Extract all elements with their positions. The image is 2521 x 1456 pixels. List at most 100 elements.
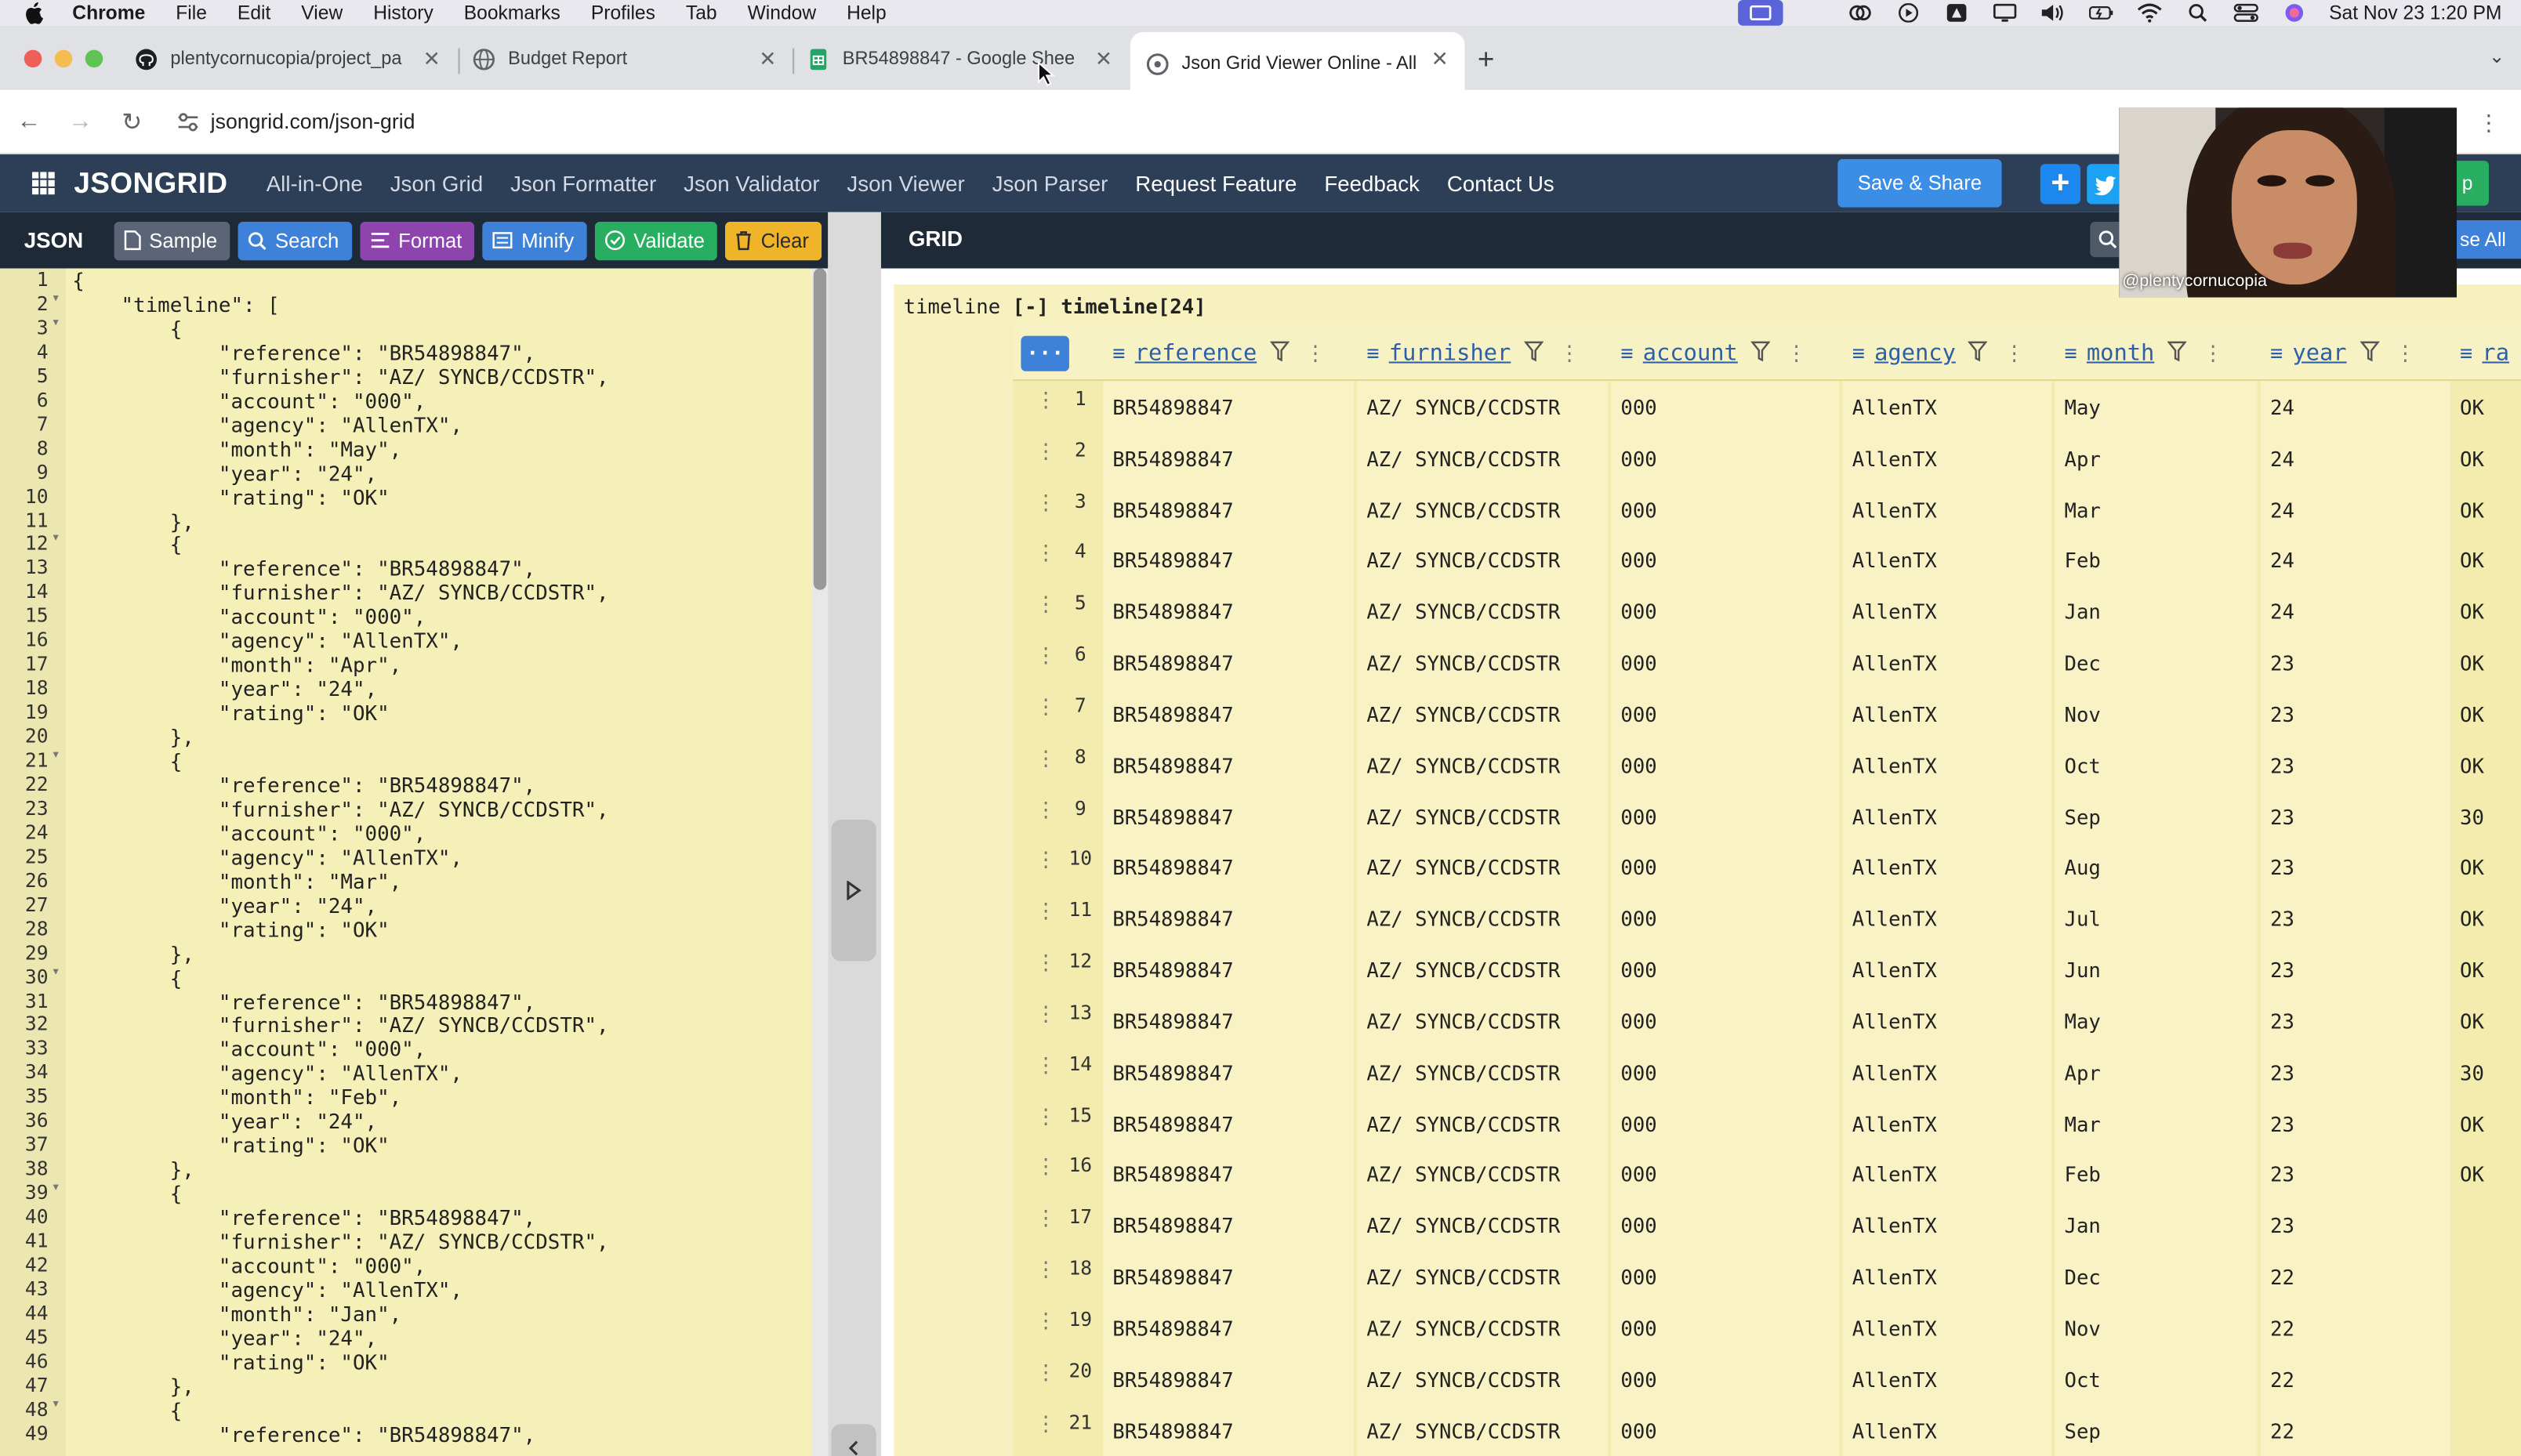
clock[interactable]: Sat Nov 23 1:20 PM bbox=[2329, 2, 2501, 24]
battery-icon[interactable] bbox=[2088, 3, 2113, 23]
filter-icon[interactable] bbox=[1750, 340, 1771, 368]
scrollbar-thumb[interactable] bbox=[813, 268, 827, 590]
reference-cell[interactable]: BR54898847 bbox=[1112, 447, 1233, 471]
month-cell[interactable]: May bbox=[2065, 396, 2101, 420]
furnisher-cell[interactable]: AZ/ SYNCB/CCDSTR bbox=[1366, 1367, 1560, 1392]
rating-cell[interactable]: OK bbox=[2460, 754, 2484, 778]
reference-cell[interactable]: BR54898847 bbox=[1112, 1060, 1233, 1085]
account-cell[interactable]: 000 bbox=[1620, 549, 1656, 573]
account-cell[interactable]: 000 bbox=[1620, 754, 1656, 778]
reference-cell[interactable]: BR54898847 bbox=[1112, 600, 1233, 625]
furnisher-cell[interactable]: AZ/ SYNCB/CCDSTR bbox=[1366, 1317, 1560, 1341]
code-line[interactable]: 13 "reference": "BR54898847", bbox=[0, 556, 812, 581]
month-cell[interactable]: Oct bbox=[2065, 754, 2101, 778]
minimize-window-button[interactable] bbox=[54, 49, 73, 68]
month-cell[interactable]: Jun bbox=[2065, 958, 2101, 983]
year-cell[interactable]: 23 bbox=[2270, 958, 2294, 983]
code-line[interactable]: 39 ▾ { bbox=[0, 1180, 812, 1206]
column-label[interactable]: month bbox=[2087, 341, 2154, 367]
sort-menu-icon[interactable]: ≡ bbox=[1112, 342, 1125, 366]
account-cell[interactable]: 000 bbox=[1620, 651, 1656, 675]
year-cell[interactable]: 23 bbox=[2270, 1009, 2294, 1034]
rating-cell[interactable]: OK bbox=[2460, 1112, 2484, 1136]
furnisher-cell[interactable]: AZ/ SYNCB/CCDSTR bbox=[1366, 1009, 1560, 1034]
row-menu-icon[interactable]: ⋮ bbox=[1036, 1208, 1057, 1232]
close-tab-icon[interactable]: ✕ bbox=[1095, 46, 1112, 72]
row-menu-icon[interactable]: ⋮ bbox=[1036, 1259, 1057, 1283]
wifi-icon[interactable] bbox=[2136, 3, 2162, 23]
table-row[interactable]: ⋮ 17 BR54898847 AZ/ SYNCB/CCDSTR 000 AllenTX J… bbox=[1013, 1200, 2521, 1251]
row-menu-icon[interactable]: ⋮ bbox=[1036, 1105, 1057, 1129]
code-line[interactable]: 8 "month": "May", bbox=[0, 436, 812, 461]
rating-cell[interactable]: OK bbox=[2460, 498, 2484, 522]
rating-cell[interactable]: OK bbox=[2460, 958, 2484, 983]
sort-menu-icon[interactable]: ≡ bbox=[1366, 342, 1379, 366]
month-cell[interactable]: Jul bbox=[2065, 907, 2101, 931]
table-row[interactable]: ⋮ 20 BR54898847 AZ/ SYNCB/CCDSTR 000 AllenTX O… bbox=[1013, 1353, 2521, 1404]
agency-cell[interactable]: AllenTX bbox=[1852, 856, 1937, 880]
reference-cell[interactable]: BR54898847 bbox=[1112, 1367, 1233, 1392]
nav-json-grid[interactable]: Json Grid bbox=[390, 171, 484, 195]
apple-icon[interactable] bbox=[24, 2, 50, 24]
table-row[interactable]: ⋮ 12 BR54898847 AZ/ SYNCB/CCDSTR 000 AllenTX J… bbox=[1013, 944, 2521, 995]
code-line[interactable]: 23 "furnisher": "AZ/ SYNCB/CCDSTR", bbox=[0, 797, 812, 821]
account-cell[interactable]: 000 bbox=[1620, 805, 1656, 829]
year-cell[interactable]: 23 bbox=[2270, 856, 2294, 880]
rating-cell[interactable]: 30 bbox=[2460, 805, 2484, 829]
table-row[interactable]: ⋮ 10 BR54898847 AZ/ SYNCB/CCDSTR 000 AllenTX A… bbox=[1013, 842, 2521, 893]
column-menu-icon[interactable]: ⋮ bbox=[1305, 342, 1326, 366]
close-tab-icon[interactable]: ✕ bbox=[1431, 46, 1449, 72]
row-menu-icon[interactable]: ⋮ bbox=[1036, 951, 1057, 976]
reference-cell[interactable]: BR54898847 bbox=[1112, 1009, 1233, 1034]
row-menu-icon[interactable]: ⋮ bbox=[1036, 645, 1057, 669]
code-line[interactable]: 43 "agency": "AllenTX", bbox=[0, 1277, 812, 1302]
month-cell[interactable]: Jan bbox=[2065, 1214, 2101, 1238]
table-row[interactable]: ⋮ 21 BR54898847 AZ/ SYNCB/CCDSTR 000 AllenTX S… bbox=[1013, 1404, 2521, 1456]
furnisher-cell[interactable]: AZ/ SYNCB/CCDSTR bbox=[1366, 1214, 1560, 1238]
month-cell[interactable]: Mar bbox=[2065, 498, 2101, 522]
reload-icon[interactable]: ↻ bbox=[119, 108, 145, 136]
column-menu-icon[interactable]: ⋮ bbox=[1786, 342, 1807, 366]
agency-cell[interactable]: AllenTX bbox=[1852, 958, 1937, 983]
rating-cell[interactable]: OK bbox=[2460, 396, 2484, 420]
volume-icon[interactable] bbox=[2040, 3, 2066, 23]
sample-button[interactable]: Sample bbox=[114, 221, 230, 260]
reference-cell[interactable]: BR54898847 bbox=[1112, 856, 1233, 880]
rating-cell[interactable]: OK bbox=[2460, 907, 2484, 931]
sort-menu-icon[interactable]: ≡ bbox=[2270, 342, 2283, 366]
nav-json-validator[interactable]: Json Validator bbox=[684, 171, 819, 195]
menu-help[interactable]: Help bbox=[847, 2, 887, 24]
sort-menu-icon[interactable]: ≡ bbox=[2065, 342, 2077, 366]
agency-cell[interactable]: AllenTX bbox=[1852, 498, 1937, 522]
code-line[interactable]: 24 "account": "000", bbox=[0, 821, 812, 846]
column-header-agency[interactable]: ≡ agency ⋮ bbox=[1852, 339, 2025, 368]
validate-button[interactable]: Validate bbox=[594, 221, 718, 260]
account-cell[interactable]: 000 bbox=[1620, 856, 1656, 880]
account-cell[interactable]: 000 bbox=[1620, 1163, 1656, 1187]
site-settings-icon[interactable] bbox=[177, 110, 200, 132]
column-label[interactable]: year bbox=[2292, 341, 2346, 367]
filter-icon[interactable] bbox=[1269, 340, 1290, 368]
month-cell[interactable]: Apr bbox=[2065, 447, 2101, 471]
column-label[interactable]: reference bbox=[1135, 341, 1257, 367]
reference-cell[interactable]: BR54898847 bbox=[1112, 907, 1233, 931]
menu-view[interactable]: View bbox=[301, 2, 343, 24]
agency-cell[interactable]: AllenTX bbox=[1852, 702, 1937, 726]
account-cell[interactable]: 000 bbox=[1620, 1214, 1656, 1238]
column-header-month[interactable]: ≡ month ⋮ bbox=[2065, 339, 2224, 368]
agency-cell[interactable]: AllenTX bbox=[1852, 1265, 1937, 1289]
code-line[interactable]: 14 "furnisher": "AZ/ SYNCB/CCDSTR", bbox=[0, 581, 812, 605]
display-icon[interactable] bbox=[1991, 3, 2017, 23]
reference-cell[interactable]: BR54898847 bbox=[1112, 958, 1233, 983]
code-line[interactable]: 26 "month": "Mar", bbox=[0, 869, 812, 893]
panel-splitter[interactable] bbox=[828, 212, 881, 1456]
grid-menu-icon[interactable] bbox=[32, 172, 55, 195]
code-line[interactable]: 2 ▾ "timeline": [ bbox=[0, 291, 812, 317]
year-cell[interactable]: 24 bbox=[2270, 447, 2294, 471]
column-label[interactable]: furnisher bbox=[1389, 341, 1511, 367]
agency-cell[interactable]: AllenTX bbox=[1852, 1009, 1937, 1034]
code-line[interactable]: 44 "month": "Jan", bbox=[0, 1302, 812, 1326]
year-cell[interactable]: 23 bbox=[2270, 1214, 2294, 1238]
siri-icon[interactable] bbox=[2281, 3, 2307, 23]
year-cell[interactable]: 23 bbox=[2270, 1163, 2294, 1187]
